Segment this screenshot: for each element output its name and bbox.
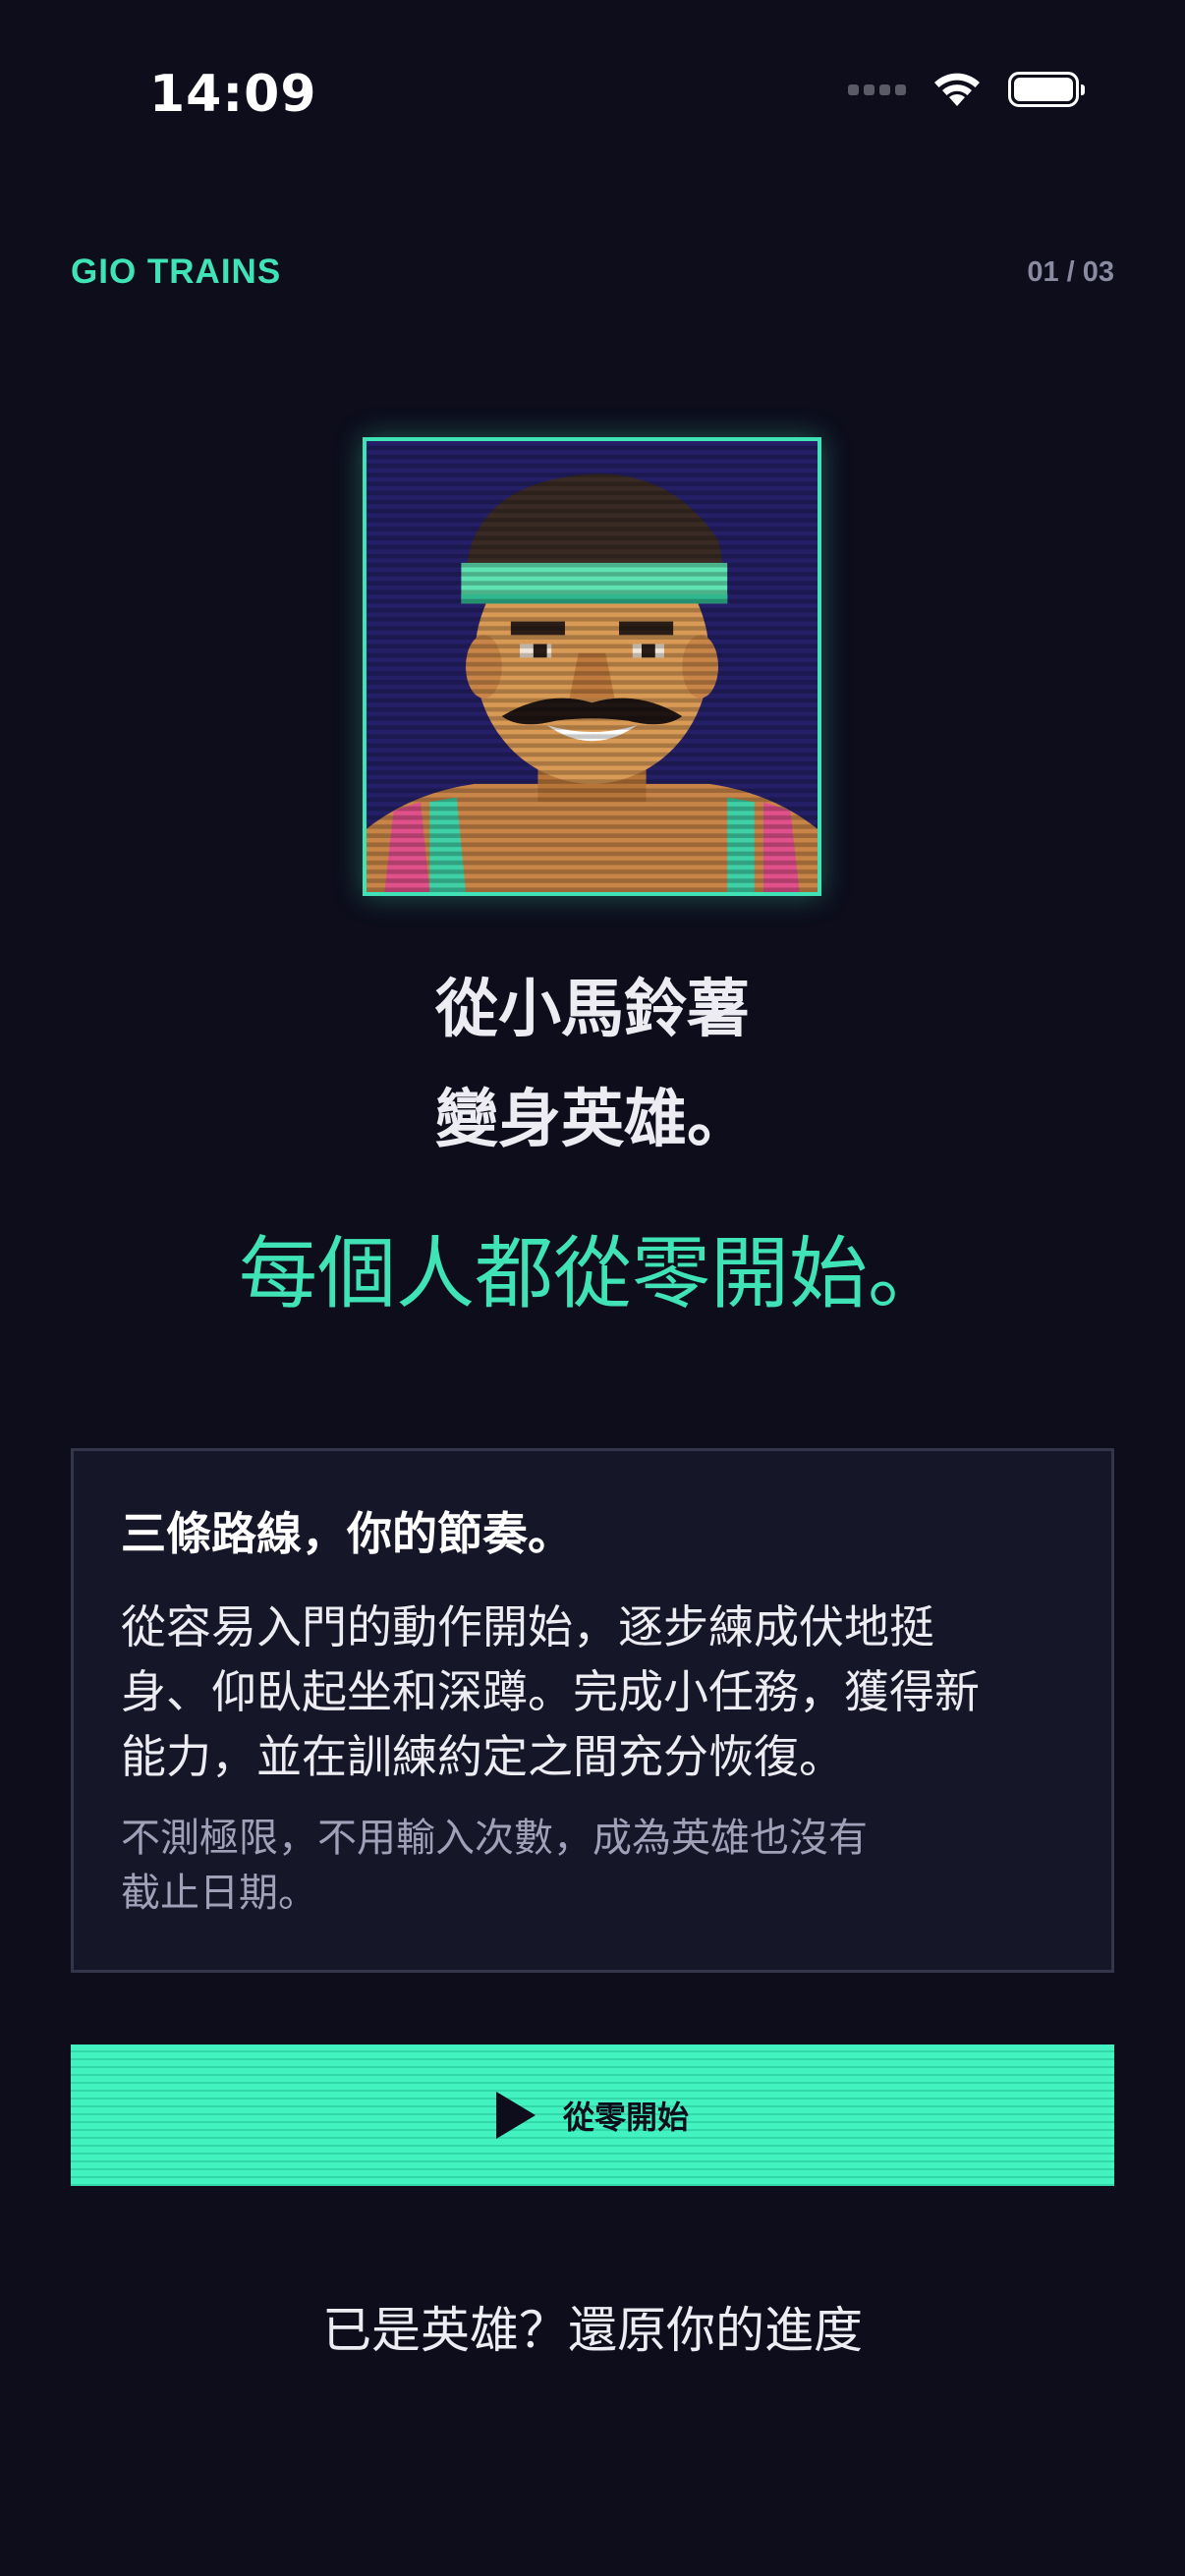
card-title: 三條路線，你的節奏。	[121, 1507, 573, 1560]
restore-progress-link[interactable]: 已是英雄？還原你的進度	[0, 2291, 1185, 2362]
pixel-art-hero-portrait-icon	[367, 441, 818, 892]
start-button-label: 從零開始	[562, 2099, 689, 2136]
app-brand: GIO TRAINS	[71, 252, 282, 291]
card-body: 從容易入門的動作開始，逐步練成伏地挺 身、仰臥起坐和深蹲。完成小任務，獲得新 能…	[121, 1595, 1064, 1789]
wifi-icon	[934, 73, 980, 106]
tagline: 每個人都從零開始。	[239, 1228, 946, 1319]
page-indicator: 01 / 03	[1027, 256, 1114, 288]
headline-line-1: 從小馬鈴薯	[435, 974, 750, 1046]
card-body-line: 能力，並在訓練約定之間充分恢復。	[121, 1730, 844, 1783]
info-card: 三條路線，你的節奏。 從容易入門的動作開始，逐步練成伏地挺 身、仰臥起坐和深蹲。…	[71, 1448, 1114, 1973]
cellular-signal-icon	[848, 84, 906, 95]
status-indicators	[848, 71, 1085, 108]
card-body-line: 身、仰臥起坐和深蹲。完成小任務，獲得新	[121, 1665, 980, 1718]
battery-icon	[1008, 72, 1085, 107]
hero-portrait	[363, 437, 821, 896]
play-icon	[495, 2092, 536, 2139]
card-note-line: 不測極限，不用輸入次數，成為英雄也沒有	[121, 1816, 868, 1861]
card-note-line: 截止日期。	[121, 1871, 317, 1916]
card-body-line: 從容易入門的動作開始，逐步練成伏地挺	[121, 1600, 934, 1653]
start-from-zero-button[interactable]: 從零開始	[71, 2044, 1114, 2186]
card-note: 不測極限，不用輸入次數，成為英雄也沒有 截止日期。	[121, 1811, 1064, 1921]
headline-line-2: 變身英雄。	[435, 1084, 750, 1156]
status-time: 14:09	[149, 65, 317, 124]
